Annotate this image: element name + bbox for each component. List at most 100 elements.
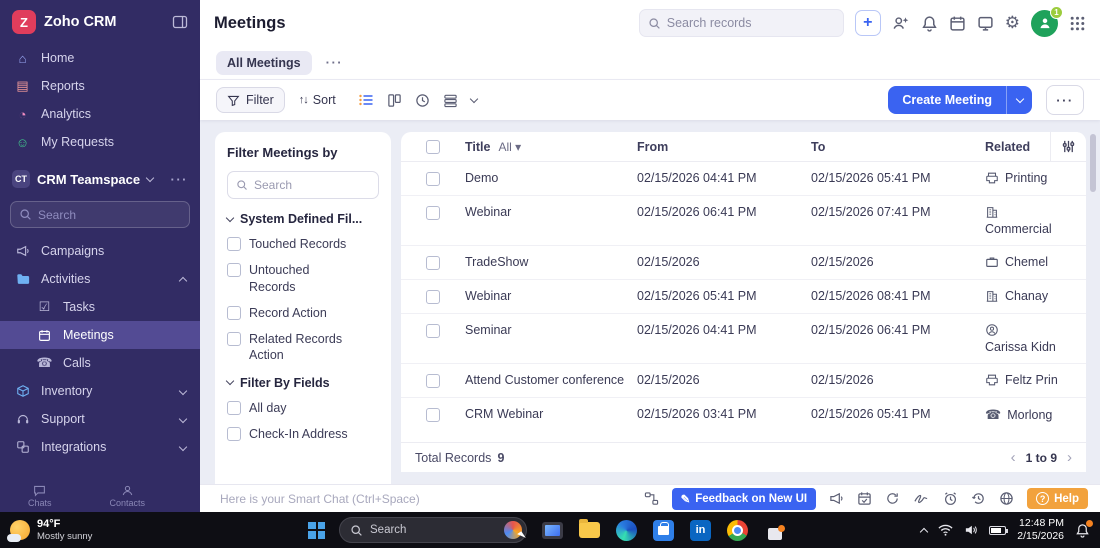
smart-chat-input[interactable] <box>220 491 631 506</box>
column-header-to[interactable]: To <box>811 140 985 154</box>
cell-title[interactable]: Attend Customer conference <box>465 373 637 387</box>
checkbox-touched-records[interactable]: Touched Records <box>227 236 379 252</box>
cell-related[interactable]: Printing <box>1005 171 1047 185</box>
feedback-button[interactable]: ✎ Feedback on New UI <box>671 487 817 510</box>
shortcut-chats[interactable]: Chats <box>28 484 52 508</box>
create-meeting-button[interactable]: Create Meeting <box>888 86 1006 114</box>
quick-create-button[interactable]: + <box>854 10 881 36</box>
cell-title[interactable]: Webinar <box>465 289 637 303</box>
zia-signature-icon[interactable] <box>913 491 930 506</box>
rows-view-icon[interactable] <box>443 93 458 108</box>
refresh-icon[interactable] <box>885 491 900 506</box>
column-settings-icon[interactable] <box>1050 132 1086 162</box>
cell-related[interactable]: Morlong <box>1007 408 1052 422</box>
cell-title[interactable]: CRM Webinar <box>465 407 637 421</box>
chrome-icon[interactable] <box>726 519 749 542</box>
sidebar-item-inventory[interactable]: Inventory <box>0 377 200 405</box>
process-flow-icon[interactable] <box>644 491 659 506</box>
cell-related[interactable]: Chemel <box>1005 255 1048 269</box>
checkbox-all-day[interactable]: All day <box>227 400 379 416</box>
alarm-clock-icon[interactable] <box>943 491 958 506</box>
volume-icon[interactable] <box>964 524 978 536</box>
linkedin-icon[interactable]: in <box>689 519 712 542</box>
row-checkbox[interactable] <box>426 172 440 186</box>
taskview-app-icon[interactable] <box>541 519 564 542</box>
tabs-more-icon[interactable]: ··· <box>326 55 344 70</box>
cell-title[interactable]: Demo <box>465 171 637 185</box>
sidebar-item-campaigns[interactable]: Campaigns <box>0 237 200 265</box>
teamspace-selector[interactable]: CT CRM Teamspace ··· <box>0 164 200 194</box>
checkbox-check-in-address[interactable]: Check-In Address <box>227 426 379 442</box>
sidebar-item-integrations[interactable]: Integrations <box>0 433 200 461</box>
sidebar-item-activities[interactable]: Activities <box>0 265 200 293</box>
zia-agents-icon[interactable] <box>892 14 910 32</box>
column-header-title[interactable]: Title <box>465 140 490 154</box>
sidebar-item-reports[interactable]: ▤ Reports <box>0 72 200 100</box>
table-row[interactable]: Attend Customer conference 02/15/2026 02… <box>401 364 1086 398</box>
taskbar-search-input[interactable] <box>370 524 470 536</box>
globe-icon[interactable] <box>999 491 1014 506</box>
history-icon[interactable] <box>971 491 986 506</box>
row-checkbox[interactable] <box>426 290 440 304</box>
windows-start-button[interactable] <box>308 521 325 539</box>
file-explorer-icon[interactable] <box>578 519 601 542</box>
list-view-icon[interactable] <box>358 92 374 108</box>
checkbox-related-records-action[interactable]: Related Records Action <box>227 331 379 364</box>
row-checkbox[interactable] <box>426 324 440 338</box>
cell-title[interactable]: TradeShow <box>465 255 637 269</box>
settings-gear-icon[interactable]: ⚙ <box>1005 13 1020 33</box>
row-checkbox[interactable] <box>426 374 440 388</box>
sidebar-search-input[interactable] <box>38 207 181 222</box>
table-row[interactable]: Demo 02/15/2026 04:41 PM 02/15/2026 05:4… <box>401 162 1086 196</box>
sidebar-item-home[interactable]: ⌂ Home <box>0 44 200 72</box>
cell-title[interactable]: Webinar <box>465 205 637 219</box>
filter-search[interactable] <box>227 171 379 199</box>
table-row[interactable]: Webinar 02/15/2026 05:41 PM 02/15/2026 0… <box>401 280 1086 314</box>
collapse-sidebar-icon[interactable] <box>172 14 188 30</box>
cell-related[interactable]: Feltz Prin <box>1005 373 1058 387</box>
tab-all-meetings[interactable]: All Meetings <box>216 50 312 75</box>
filter-search-input[interactable] <box>254 178 370 192</box>
notifications-bell-icon[interactable] <box>921 15 938 32</box>
toolbar-more-button[interactable]: ··· <box>1046 85 1084 115</box>
table-row[interactable]: CRM Webinar 02/15/2026 03:41 PM 02/15/20… <box>401 398 1086 432</box>
kanban-view-icon[interactable] <box>387 93 402 108</box>
help-button[interactable]: ? Help <box>1027 488 1088 509</box>
sidebar-item-calls[interactable]: ☎ Calls <box>0 349 200 377</box>
taskbar-weather[interactable]: 94°F Mostly sunny <box>7 518 92 543</box>
sidebar-item-tasks[interactable]: ☑ Tasks <box>0 293 200 321</box>
timeline-view-icon[interactable] <box>415 93 430 108</box>
edge-browser-icon[interactable] <box>615 519 638 542</box>
checkbox-untouched-records[interactable]: Untouched Records <box>227 262 379 295</box>
wifi-icon[interactable] <box>938 524 953 536</box>
next-page-icon[interactable]: › <box>1067 449 1072 466</box>
section-system-defined-filters[interactable]: System Defined Fil... <box>225 212 379 226</box>
title-filter-dropdown[interactable]: All ▾ <box>498 140 521 154</box>
sidebar-item-support[interactable]: Support <box>0 405 200 433</box>
notifications-tray-bell-icon[interactable] <box>1075 519 1093 538</box>
taskbar-search[interactable] <box>339 517 527 543</box>
notification-popup-icon[interactable] <box>763 519 786 542</box>
prev-page-icon[interactable]: ‹ <box>1011 449 1016 466</box>
battery-icon[interactable] <box>989 525 1009 535</box>
select-all-checkbox[interactable] <box>426 140 440 154</box>
sidebar-search[interactable] <box>10 201 190 228</box>
taskbar-clock[interactable]: 12:48 PM 2/15/2026 <box>1017 517 1064 543</box>
row-checkbox[interactable] <box>426 206 440 220</box>
cell-related[interactable]: Carissa Kidn <box>985 340 1056 354</box>
app-launcher-grid-icon[interactable] <box>1069 15 1086 32</box>
shortcut-contacts[interactable]: Contacts <box>110 484 145 508</box>
calendar-icon[interactable] <box>949 15 966 32</box>
cell-title[interactable]: Seminar <box>465 323 637 337</box>
vertical-scrollbar[interactable] <box>1090 134 1096 192</box>
global-search[interactable] <box>638 9 844 37</box>
cell-related[interactable]: Commercial <box>985 222 1052 236</box>
view-more-chevron-icon[interactable] <box>469 94 478 103</box>
table-row[interactable]: Seminar 02/15/2026 04:41 PM 02/15/2026 0… <box>401 314 1086 364</box>
sidebar-item-my-requests[interactable]: ☺ My Requests <box>0 128 200 156</box>
sort-button[interactable]: ↑↓ Sort <box>299 93 336 107</box>
cell-related[interactable]: Chanay <box>1005 289 1048 303</box>
tray-overflow-chevron-icon[interactable] <box>920 527 929 536</box>
row-checkbox[interactable] <box>426 408 440 422</box>
table-row[interactable]: Webinar 02/15/2026 06:41 PM 02/15/2026 0… <box>401 196 1086 246</box>
